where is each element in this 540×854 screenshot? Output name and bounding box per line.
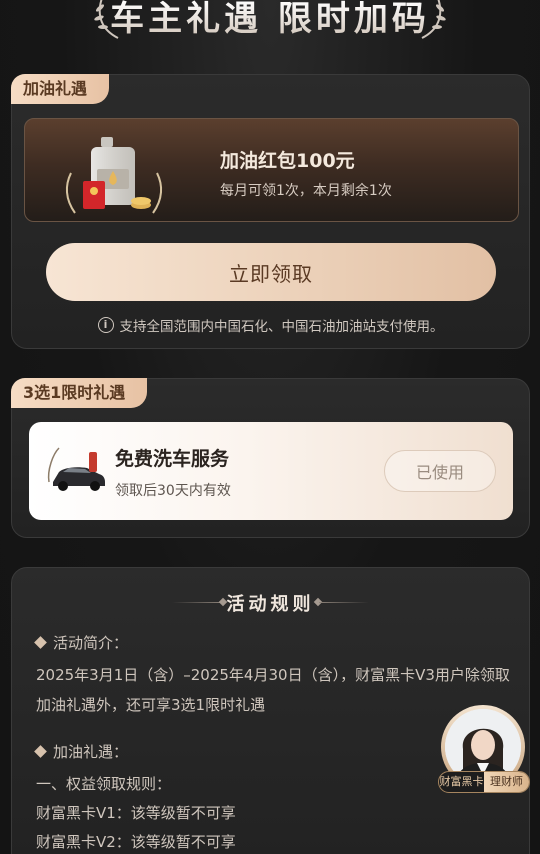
fuel-coupon: 加油红包100元 每月可领1次，本月剩余1次 [24,118,519,222]
claim-button[interactable]: 立即领取 [46,243,496,301]
section-title: 加油礼遇： [53,743,129,761]
fuel-note: i 支持全国范围内中国石化、中国石油加油站支付使用。 [12,315,529,335]
advisor-left-label: 财富黑卡 [439,775,484,788]
section-title: 活动简介： [53,634,129,652]
header: 车主礼遇 限时加码 [0,0,540,60]
laurel-icon [421,0,446,39]
rules-title: 活动规则 [226,594,315,615]
advisor-right-label: 理财师 [484,772,529,792]
advisor-badge: 财富黑卡 理财师 [438,771,530,793]
rules-header: 活动规则 [12,590,529,616]
divider [319,602,369,603]
diamond-icon [34,745,47,758]
rule-line: 财富黑卡V2：该等级暂不可享 [36,833,236,851]
car-wash-item: 免费洗车服务 领取后30天内有效 已使用 [29,422,513,520]
wash-subtitle: 领取后30天内有效 [115,483,231,499]
advisor-float[interactable]: 财富黑卡 理财师 [438,705,530,801]
rules-section-intro: 活动简介： [34,632,129,653]
wash-title: 免费洗车服务 [115,448,230,470]
info-icon: i [97,317,114,333]
coupon-subtitle: 每月可领1次，本月剩余1次 [220,183,392,199]
fuel-card: 加油礼遇 加油红包100元 每月可领1次，本月剩余1次 立即领取 i 支持全国范… [11,74,530,349]
fuel-tag: 加油礼遇 [11,74,110,104]
pick-card: 3选1限时礼遇 免费洗车服务 领取后30天内有效 已使用 [11,378,530,538]
oil-can-icon [65,137,163,214]
used-button[interactable]: 已使用 [384,450,496,492]
diamond-icon [34,636,47,649]
fuel-note-text: 支持全国范围内中国石化、中国石油加油站支付使用。 [119,319,444,335]
page-title: 车主礼遇 限时加码 [0,0,540,46]
coupon-title: 加油红包100元 [220,150,355,172]
pick-tag: 3选1限时礼遇 [11,378,148,408]
rules-section-fuel: 加油礼遇： [34,741,129,762]
page: 车主礼遇 限时加码 加油礼遇 加油红包100元 每月可领1次，本月剩余1次 立即… [0,0,540,854]
car-icon [47,447,105,491]
rule-line: 财富黑卡V1：该等级暂不可享 [36,804,236,822]
